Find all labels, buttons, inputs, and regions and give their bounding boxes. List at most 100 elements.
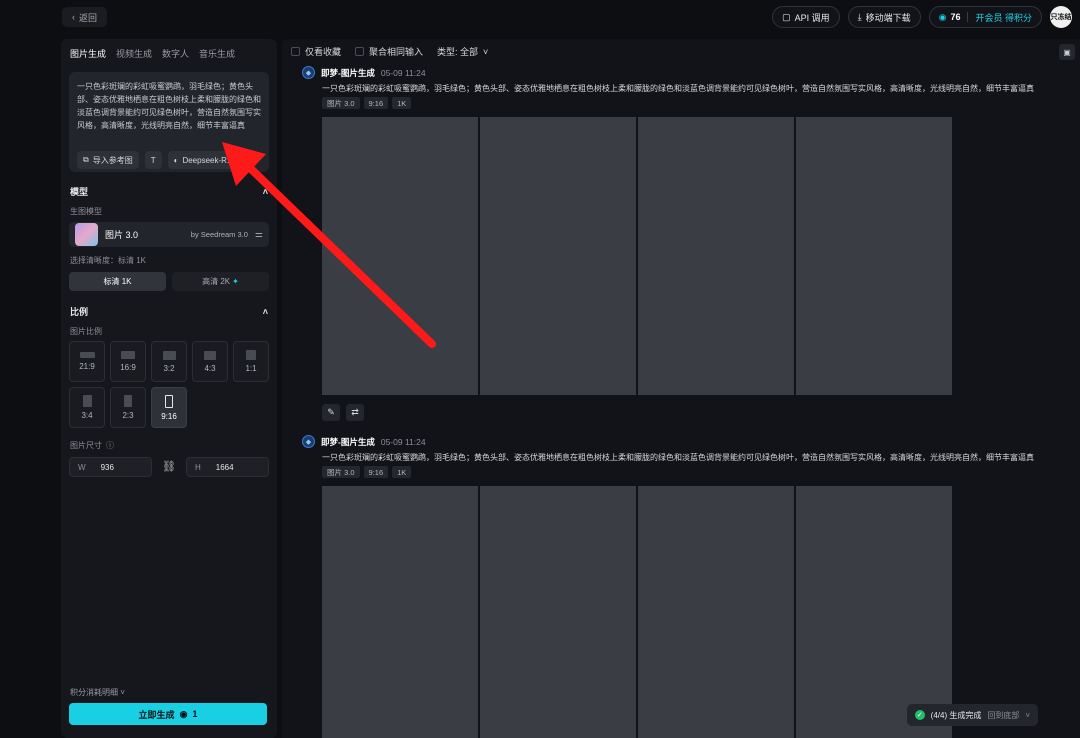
ratio-grid: 21:9 16:9 3:2 4:3 1:1 3:4 2:3 9:16: [61, 341, 277, 428]
quality-1k-label: 标清 1K: [103, 277, 132, 286]
generated-image[interactable]: [322, 486, 478, 738]
download-icon: ⤓: [857, 11, 862, 22]
import-reference-label: 导入参考图: [92, 155, 133, 165]
tag-model: 图片 3.0: [322, 466, 360, 478]
deepseek-button[interactable]: ◐ Deepseek-R1: [167, 151, 238, 169]
prompt-text[interactable]: 一只色彩斑斓的彩虹吸蜜鹦鹉，羽毛绿色；黄色头部、姿态优雅地栖息在粗色树枝上柔和朦…: [77, 80, 261, 145]
collapse-panel-icon[interactable]: ▣: [1059, 44, 1075, 60]
sparkle-icon: ✦: [232, 277, 239, 286]
member-link[interactable]: 开会员 得积分: [975, 11, 1032, 24]
generated-image[interactable]: [796, 486, 952, 738]
import-reference-button[interactable]: ⧉ 导入参考图: [77, 151, 139, 169]
chevron-down-icon: ˅: [483, 46, 489, 57]
generation-record: ◆ 即梦-图片生成 05-09 11:24 一只色彩斑斓的彩虹吸蜜鹦鹉，羽毛绿色…: [302, 66, 1062, 421]
tag-quality: 1K: [392, 97, 412, 109]
tab-image[interactable]: 图片生成: [70, 47, 106, 60]
text-icon: T: [150, 155, 156, 165]
edit-icon[interactable]: ✎: [322, 404, 340, 421]
generated-image[interactable]: [638, 486, 794, 738]
back-button[interactable]: ‹ 返回: [62, 7, 108, 27]
ratio-label: 2:3: [122, 411, 134, 420]
ratio-1-1[interactable]: 1:1: [233, 341, 269, 382]
model-name: 图片 3.0: [105, 230, 139, 240]
regenerate-icon[interactable]: ⇄: [346, 404, 364, 421]
ratio-shape: [162, 350, 176, 360]
clarity-label: 选择清晰度：标清 1K: [70, 256, 147, 265]
ratio-shape: [121, 351, 135, 359]
generated-image[interactable]: [480, 486, 636, 738]
generated-image[interactable]: [480, 117, 636, 395]
model-provider: by Seedream 3.0: [190, 230, 248, 239]
model-section-title: 模型: [70, 187, 89, 197]
checkbox-box: [291, 47, 300, 56]
generated-image[interactable]: [796, 117, 952, 395]
app-logo-icon: ◆: [302, 435, 315, 448]
height-key: H: [195, 462, 201, 472]
model-section-header[interactable]: 模型 ˄: [61, 185, 277, 198]
credits-detail-link[interactable]: 积分消耗明细 ˅: [70, 687, 125, 698]
width-field[interactable]: W 936: [69, 457, 152, 477]
link-icon[interactable]: ⛓: [162, 460, 176, 474]
image-strip: [322, 117, 1062, 395]
status-text: (4/4) 生成完成: [930, 710, 982, 720]
ratio-21-9[interactable]: 21:9: [69, 341, 105, 382]
points-pill[interactable]: ◉ 76 开会员 得积分: [928, 6, 1042, 28]
type-filter-dropdown[interactable]: 类型: 全部 ˅: [437, 45, 488, 58]
tab-music[interactable]: 音乐生成: [199, 47, 235, 60]
tag-ratio: 9:16: [363, 97, 389, 109]
ratio-16-9[interactable]: 16:9: [110, 341, 146, 382]
ratio-shape: [79, 352, 95, 358]
favorites-only-checkbox[interactable]: 仅看收藏: [291, 45, 341, 58]
ratio-section-header[interactable]: 比例 ˄: [61, 305, 277, 318]
ratio-label: 3:2: [163, 363, 175, 373]
chevron-down-icon: ˅: [120, 688, 125, 697]
filter-bar: 仅看收藏 聚合相同输入 类型: 全部 ˅: [291, 45, 488, 58]
ratio-label: 1:1: [245, 364, 257, 373]
checkbox-box: [355, 47, 365, 56]
quality-2k-label: 高清 2K: [202, 277, 231, 286]
back-label: 返回: [79, 12, 98, 23]
merge-inputs-checkbox[interactable]: 聚合相同输入: [355, 45, 423, 58]
info-icon[interactable]: ⓘ: [106, 440, 114, 451]
model-sub-label: 生图模型: [70, 207, 102, 216]
back-to-bottom-link[interactable]: 回到底部: [987, 710, 1019, 721]
ratio-3-2[interactable]: 3:2: [151, 341, 187, 382]
ratio-label: 16:9: [120, 363, 136, 372]
generate-button[interactable]: 立即生成 ◉ 1: [69, 703, 267, 725]
divider: [967, 12, 969, 22]
text-style-button[interactable]: T: [144, 151, 162, 169]
size-row: W 936 ⛓ H 1664: [69, 457, 269, 477]
record-time: 05-09 11:24: [380, 436, 426, 447]
api-button[interactable]: ▢ API 调用: [772, 6, 840, 28]
ratio-shape: [82, 395, 92, 407]
tab-avatar[interactable]: 数字人: [162, 47, 189, 60]
ratio-3-4[interactable]: 3:4: [69, 387, 105, 428]
tag-ratio: 9:16: [363, 466, 389, 478]
ratio-label: 4:3: [204, 363, 216, 373]
chevron-up-icon: ˄: [262, 306, 268, 317]
ratio-2-3[interactable]: 2:3: [110, 387, 146, 428]
ratio-shape: [124, 395, 132, 407]
prompt-box[interactable]: 一只色彩斑斓的彩虹吸蜜鹦鹉，羽毛绿色；黄色头部、姿态优雅地栖息在粗色树枝上柔和朦…: [69, 72, 269, 172]
ratio-4-3[interactable]: 4:3: [192, 341, 228, 382]
quality-2k-button[interactable]: 高清 2K ✦: [172, 272, 269, 291]
size-label: 图片尺寸: [70, 441, 102, 450]
credits-detail-label: 积分消耗明细: [70, 688, 118, 697]
quality-1k-button[interactable]: 标清 1K: [69, 272, 166, 291]
ratio-9-16[interactable]: 9:16: [151, 387, 187, 428]
avatar[interactable]: 只冻结: [1050, 6, 1072, 28]
chevron-up-icon: ˄: [262, 186, 268, 197]
model-selector[interactable]: 图片 3.0 by Seedream 3.0 ⚌: [69, 222, 269, 247]
ratio-label: 21:9: [79, 362, 95, 371]
settings-slider-icon[interactable]: ⚌: [255, 229, 263, 240]
tab-video[interactable]: 视频生成: [116, 47, 152, 60]
record-prompt[interactable]: 一只色彩斑斓的彩虹吸蜜鹦鹉，羽毛绿色；黄色头部、姿态优雅地栖息在粗色树枝上柔和朦…: [322, 83, 1062, 94]
height-field[interactable]: H 1664: [186, 457, 269, 477]
ratio-label: 9:16: [161, 411, 177, 421]
generated-image[interactable]: [638, 117, 794, 395]
record-tags: 图片 3.0 9:16 1K: [322, 97, 1062, 109]
width-value: 936: [100, 462, 114, 472]
record-prompt[interactable]: 一只色彩斑斓的彩虹吸蜜鹦鹉，羽毛绿色；黄色头部、姿态优雅地栖息在粗色树枝上柔和朦…: [322, 452, 1062, 463]
download-button[interactable]: ⤓ 移动端下载: [847, 6, 921, 28]
generated-image[interactable]: [322, 117, 478, 395]
